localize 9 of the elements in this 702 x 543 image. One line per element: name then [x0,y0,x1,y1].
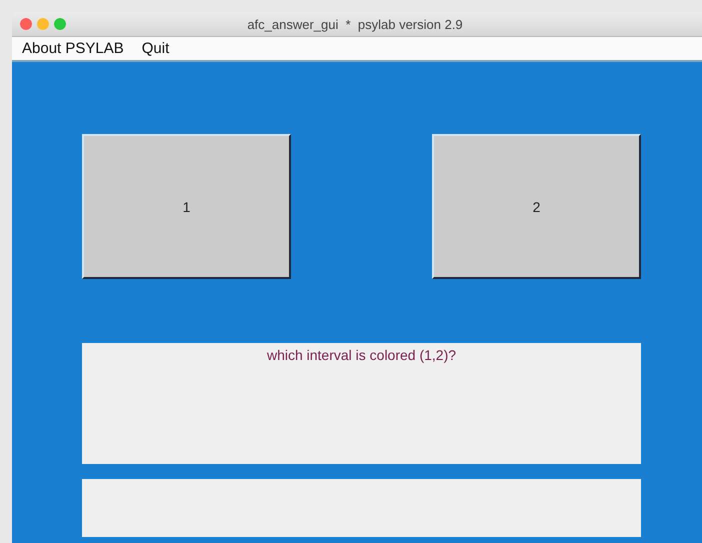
prompt-text: which interval is colored (1,2)? [266,347,456,363]
menu-item[interactable]: Quit [142,40,170,57]
window-title: afc_answer_gui * psylab version 2.9 [247,16,464,32]
close-icon[interactable] [20,18,32,30]
answer-button[interactable]: 1 [82,134,291,279]
minimize-icon[interactable] [37,18,49,30]
zoom-icon[interactable] [54,18,66,30]
menu-item[interactable]: About PSYLAB [22,40,124,57]
answer-button[interactable]: 2 [432,134,641,279]
